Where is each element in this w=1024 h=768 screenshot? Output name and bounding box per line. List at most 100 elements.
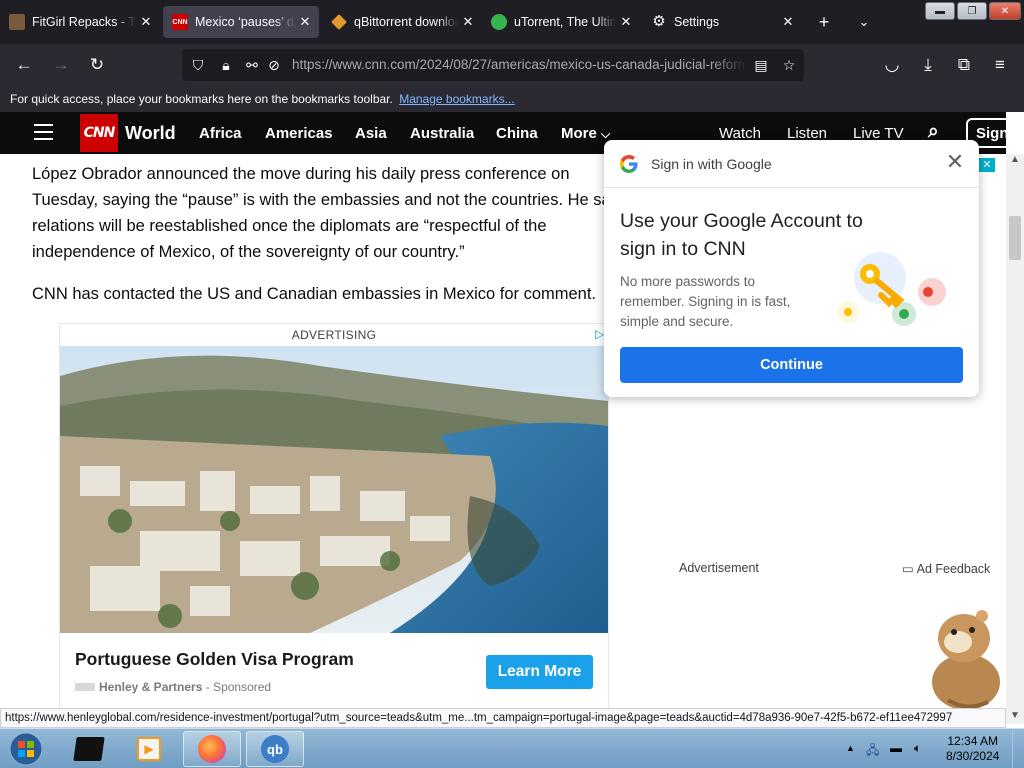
download-icon: ⤓ [924, 55, 932, 74]
hamburger-menu-icon: ≡ [995, 55, 1005, 74]
tab-title: qBittorrent download [354, 15, 458, 29]
reload-icon: ↻ [89, 55, 105, 74]
extensions-button[interactable]: ⧉ [951, 52, 977, 78]
back-button[interactable]: ← [11, 52, 37, 78]
ad-feedback-link[interactable]: ▭ Ad Feedback [902, 561, 990, 576]
status-link-preview: https://www.henleyglobal.com/residence-i… [0, 708, 1006, 728]
taskbar-media-player[interactable]: ▶ [120, 731, 178, 767]
tab-cnn[interactable]: CNN Mexico ‘pauses’ diplomatic ✕ [163, 6, 319, 38]
address-bar[interactable]: ⛉ 🔒︎ ⚯ ⊘ https://www.cnn.com/2024/08/27/… [182, 49, 804, 81]
tab-title: FitGirl Repacks - The Only [32, 15, 136, 29]
ad-image[interactable] [60, 346, 608, 633]
plus-icon: + [818, 11, 830, 32]
manage-bookmarks-link[interactable]: Manage bookmarks... [399, 92, 514, 106]
start-button[interactable] [0, 731, 52, 767]
popup-header: Sign in with Google ✕ [604, 140, 979, 188]
show-hidden-icons-icon[interactable]: ▲ [846, 743, 855, 753]
tab-qbittorrent[interactable]: qBittorrent download ✕ [322, 6, 482, 38]
nav-australia[interactable]: Australia [410, 125, 474, 142]
learn-more-button[interactable]: Learn More [486, 655, 593, 689]
close-tab-icon[interactable]: ✕ [616, 14, 636, 30]
advertising-label: ADVERTISING [291, 328, 377, 342]
tab-fitgirl[interactable]: FitGirl Repacks - The Only ✕ [0, 6, 160, 38]
utorrent-favicon-icon [491, 14, 507, 30]
ad-title[interactable]: Portuguese Golden Visa Program [75, 649, 354, 670]
scroll-up-icon[interactable]: ▲ [1010, 154, 1020, 165]
hamburger-menu-icon[interactable] [34, 124, 53, 140]
close-tab-icon[interactable]: ✕ [778, 14, 798, 30]
pocket-icon: ◡ [884, 55, 900, 74]
tab-utorrent[interactable]: uTorrent, The Ultimate ✕ [482, 6, 640, 38]
url-text[interactable]: https://www.cnn.com/2024/08/27/americas/… [292, 57, 747, 72]
forward-button[interactable]: → [48, 52, 74, 78]
taskbar-terminal-app[interactable] [60, 731, 118, 767]
ad-close-icon[interactable]: ✕ [979, 158, 995, 172]
comment-icon: ▭ [902, 562, 914, 576]
tab-title: uTorrent, The Ultimate [514, 15, 616, 29]
arrow-right-icon: → [52, 55, 70, 74]
fitgirl-favicon-icon [9, 14, 25, 30]
cnn-logo[interactable]: CNN [80, 114, 118, 152]
nav-more[interactable]: More ⌵ [561, 125, 610, 142]
nav-americas[interactable]: Americas [265, 125, 333, 142]
app-menu-button[interactable]: ≡ [987, 52, 1013, 78]
volume-tray-icon[interactable]: 🔈︎ [914, 741, 921, 756]
minimize-icon: ▬ [935, 5, 945, 17]
display-tray-icon[interactable]: ▬ [890, 741, 902, 755]
taskbar-qbittorrent[interactable]: qb [246, 731, 304, 767]
qbittorrent-favicon-icon [331, 14, 347, 30]
ad-feedback-label: Ad Feedback [916, 562, 991, 576]
section-title[interactable]: World [125, 123, 176, 144]
article-paragraph: López Obrador announced the move during … [32, 165, 624, 261]
tab-title: Settings [674, 15, 720, 29]
vertical-scrollbar[interactable]: ▲ ▼ [1006, 154, 1024, 724]
close-window-button[interactable]: ✕ [989, 2, 1021, 20]
ad-sponsored-label: - Sponsored [205, 680, 272, 694]
arrow-left-icon: ← [15, 55, 33, 74]
clock-time: 12:34 AM [947, 734, 999, 748]
advertisement-label: Advertisement [679, 561, 759, 575]
tab-settings[interactable]: ⚙ Settings ✕ [642, 6, 802, 38]
close-tab-icon[interactable]: ✕ [295, 14, 315, 30]
close-tab-icon[interactable]: ✕ [458, 14, 478, 30]
chevron-down-icon: ⌄ [858, 14, 870, 29]
close-tab-icon[interactable]: ✕ [136, 14, 156, 30]
reload-button[interactable]: ↻ [84, 52, 110, 78]
downloads-button[interactable]: ⤓ [915, 52, 941, 78]
puzzle-icon: ⧉ [957, 55, 971, 74]
windows-taskbar: ▶ qb ▲ 🖧︎ ▬ 🔈︎ 12:34 AM 8/30/2024 [0, 728, 1024, 768]
advertisement-block[interactable]: ADVERTISING ▷ Portuguese Golden Visa Pro… [59, 323, 609, 708]
nav-more-label: More [561, 125, 597, 142]
adchoices-icon[interactable]: ▷ [595, 327, 604, 341]
minimize-button[interactable]: ▬ [925, 2, 955, 20]
ad-sponsor: Henley & Partners - Sponsored [75, 680, 271, 694]
nav-china[interactable]: China [496, 125, 538, 142]
ad-advertiser: Henley & Partners [99, 680, 203, 694]
close-icon[interactable]: ✕ [943, 151, 967, 175]
lock-icon[interactable]: 🔒︎ [216, 55, 236, 75]
bookmarks-toolbar: For quick access, place your bookmarks h… [0, 86, 1024, 112]
windows-start-icon [9, 732, 43, 766]
reader-view-icon[interactable]: ▤ [751, 55, 771, 75]
network-tray-icon[interactable]: 🖧︎ [866, 741, 879, 762]
autoplay-blocked-icon[interactable]: ⊘ [264, 55, 284, 75]
article-paragraph: CNN has contacted the US and Canadian em… [32, 285, 597, 303]
nav-africa[interactable]: Africa [199, 125, 242, 142]
system-clock[interactable]: 12:34 AM 8/30/2024 [946, 734, 999, 764]
scroll-down-icon[interactable]: ▼ [1010, 710, 1020, 721]
popup-header-title: Sign in with Google [651, 156, 772, 172]
tracking-protection-shield-icon[interactable]: ⛉ [188, 55, 208, 75]
nav-asia[interactable]: Asia [355, 125, 387, 142]
continue-button[interactable]: Continue [620, 347, 963, 383]
popup-body-text: No more passwords to remember. Signing i… [620, 274, 791, 329]
list-all-tabs-button[interactable]: ⌄ [850, 8, 878, 36]
close-icon: ✕ [1000, 5, 1010, 17]
bookmark-star-icon[interactable]: ☆ [779, 55, 799, 75]
permissions-icon[interactable]: ⚯ [242, 55, 262, 75]
new-tab-button[interactable]: + [810, 8, 838, 36]
taskbar-firefox[interactable] [183, 731, 241, 767]
scrollbar-thumb[interactable] [1009, 216, 1021, 260]
pocket-button[interactable]: ◡ [879, 52, 905, 78]
show-desktop-button[interactable] [1012, 729, 1024, 768]
restore-button[interactable]: ❐ [957, 2, 987, 20]
